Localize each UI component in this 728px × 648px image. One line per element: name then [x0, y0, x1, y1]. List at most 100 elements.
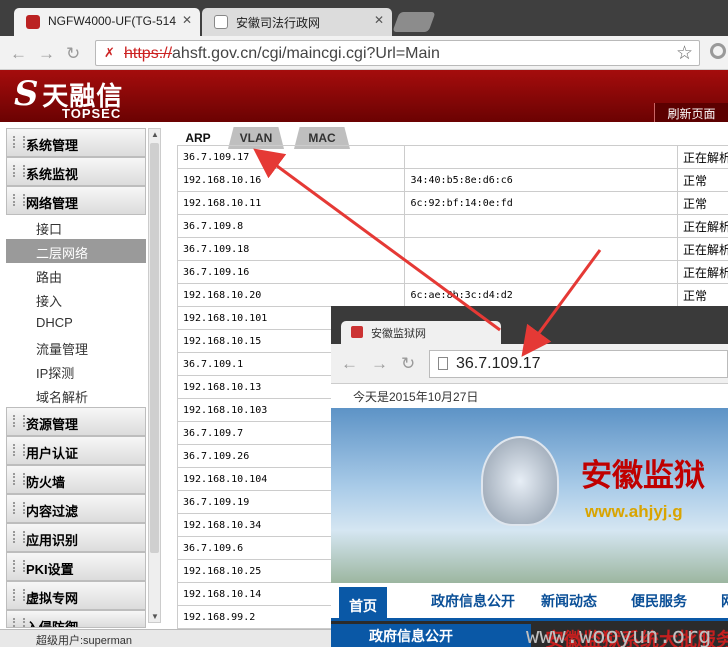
sidebar-item-network[interactable]: 网络管理 — [6, 186, 146, 215]
url-path: ahsft.gov.cn/cgi/maincgi.cgi?Url=Main — [172, 45, 440, 62]
close-icon[interactable]: ✕ — [374, 13, 384, 27]
sidebar-item-system[interactable]: 系统管理 — [6, 128, 146, 157]
sidebar-subitem-dns[interactable]: 域名解析 — [6, 383, 146, 407]
nav-item-home[interactable]: 首页 — [339, 587, 387, 619]
arp-mac-cell: 6c:ae:8b:3c:d4:d2 — [405, 284, 678, 307]
close-icon[interactable]: ✕ — [182, 13, 192, 27]
reload-icon[interactable]: ↻ — [66, 44, 80, 64]
nav-item-service[interactable]: 便民服务 — [631, 591, 687, 611]
nav-item-more[interactable]: 网 — [721, 591, 728, 611]
browser-tab-justice[interactable]: 安徽司法行政网 ✕ — [202, 8, 392, 36]
police-emblem-icon — [481, 436, 559, 526]
tab-title: NGFW4000-UF(TG-514 — [48, 14, 176, 28]
sidebar-subitem-layer2[interactable]: 二层网络 — [6, 239, 146, 263]
arp-ip-cell: 192.168.10.20 — [178, 284, 405, 307]
sidebar-subitem-route[interactable]: 路由 — [6, 263, 146, 287]
sidebar-item-ips[interactable]: 入侵防御 — [6, 610, 146, 628]
watermark: www.wooyun.org — [526, 624, 711, 647]
banner-url: www.ahjyj.g — [585, 502, 683, 522]
sidebar-subitem-dhcp[interactable]: DHCP — [6, 311, 146, 335]
page-icon — [214, 15, 228, 29]
sidebar-item-resource[interactable]: 资源管理 — [6, 407, 146, 436]
arp-ip-cell: 36.7.109.8 — [178, 215, 405, 238]
arp-ip-cell: 36.7.109.17 — [178, 146, 405, 169]
arp-mac-cell: 34:40:b5:8e:d6:c6 — [405, 169, 678, 192]
arp-mac-cell — [405, 261, 678, 284]
overlay-tab-title: 安徽监狱网 — [371, 328, 426, 340]
sidebar-subitem-ip-probe[interactable]: IP探测 — [6, 359, 146, 383]
table-row: 36.7.109.16 正在解析 — [178, 261, 728, 284]
overlay-address-bar[interactable]: 36.7.109.17 — [429, 350, 728, 378]
tab-title: 安徽司法行政网 — [236, 16, 320, 30]
menu-icon[interactable] — [710, 43, 726, 59]
sidebar-item-vpn[interactable]: 虚拟专网 — [6, 581, 146, 610]
sidebar-item-app-id[interactable]: 应用识别 — [6, 523, 146, 552]
logo-en: TOPSEC — [62, 106, 121, 121]
reload-icon[interactable]: ↻ — [401, 354, 415, 374]
arp-mac-cell — [405, 238, 678, 261]
arp-ip-cell: 36.7.109.18 — [178, 238, 405, 261]
scroll-thumb[interactable] — [150, 143, 159, 553]
bookmark-star-icon[interactable]: ☆ — [676, 42, 693, 65]
overlay-browser-window: 安徽监狱网 ← → ↻ 36.7.109.17 今天是2015年10月27日 安… — [331, 306, 728, 647]
table-row: 192.168.10.116c:92:bf:14:0e:fd正常 — [178, 192, 728, 215]
logo-mark: S — [14, 74, 39, 114]
sidebar-item-content-filter[interactable]: 内容过滤 — [6, 494, 146, 523]
arp-status-cell: 正在解析 — [677, 261, 728, 284]
back-icon[interactable]: ← — [10, 44, 27, 64]
table-row: 36.7.109.17 正在解析 — [178, 146, 728, 169]
arp-ip-cell: 192.168.10.16 — [178, 169, 405, 192]
nav-item-news[interactable]: 新闻动态 — [541, 591, 597, 611]
sidebar-subitem-traffic[interactable]: 流量管理 — [6, 335, 146, 359]
section-header: 政府信息公开 — [331, 624, 531, 647]
table-row: 36.7.109.18 正在解析 — [178, 238, 728, 261]
sidebar-scrollbar[interactable]: ▲ ▼ — [148, 128, 161, 623]
banner-title: 安徽监狱 — [581, 450, 705, 495]
back-icon[interactable]: ← — [341, 354, 358, 374]
sidebar-item-monitor[interactable]: 系统监视 — [6, 157, 146, 186]
arp-status-cell: 正在解析 — [677, 215, 728, 238]
address-bar[interactable]: ✗ https://ahsft.gov.cn/cgi/maincgi.cgi?U… — [95, 40, 700, 66]
arp-status-cell: 正常 — [677, 169, 728, 192]
sidebar-menu: 系统管理 系统监视 网络管理 接口 二层网络 路由 接入 DHCP 流量管理 I… — [6, 128, 146, 628]
page-icon — [351, 326, 363, 338]
arp-status-cell: 正在解析 — [677, 146, 728, 169]
forward-icon[interactable]: → — [371, 354, 388, 374]
browser-tab-firewall[interactable]: NGFW4000-UF(TG-514 ✕ — [14, 8, 200, 36]
scroll-up-icon[interactable]: ▲ — [151, 130, 159, 139]
sidebar-item-auth[interactable]: 用户认证 — [6, 436, 146, 465]
overlay-tab-bar: 安徽监狱网 — [331, 306, 728, 344]
overlay-toolbar: ← → ↻ 36.7.109.17 — [331, 344, 728, 384]
new-tab-button[interactable] — [392, 12, 435, 32]
url-scheme: https:// — [124, 45, 172, 62]
sidebar-item-pki[interactable]: PKI设置 — [6, 552, 146, 581]
overlay-banner: 安徽监狱 www.ahjyj.g — [331, 408, 728, 583]
browser-toolbar: ← → ↻ ✗ https://ahsft.gov.cn/cgi/maincgi… — [0, 36, 728, 70]
sidebar-subitem-access[interactable]: 接入 — [6, 287, 146, 311]
arp-ip-cell: 192.168.10.11 — [178, 192, 405, 215]
arp-mac-cell: 6c:92:bf:14:0e:fd — [405, 192, 678, 215]
nav-item-gov-info[interactable]: 政府信息公开 — [431, 591, 515, 611]
refresh-page-button[interactable]: 刷新页面 — [654, 103, 728, 122]
sidebar-item-firewall[interactable]: 防火墙 — [6, 465, 146, 494]
table-row: 36.7.109.8 正在解析 — [178, 215, 728, 238]
overlay-url: 36.7.109.17 — [456, 355, 541, 373]
sidebar-subitem-interface[interactable]: 接口 — [6, 215, 146, 239]
overlay-nav: 首页 政府信息公开 新闻动态 便民服务 网 — [331, 583, 728, 621]
app-header: S 天融信 TOPSEC 刷新页面 — [0, 70, 728, 122]
arp-status-cell: 正常 — [677, 192, 728, 215]
browser-tab-bar: NGFW4000-UF(TG-514 ✕ 安徽司法行政网 ✕ — [0, 0, 728, 36]
arp-mac-cell — [405, 215, 678, 238]
overlay-tab[interactable]: 安徽监狱网 — [341, 321, 501, 344]
forward-icon[interactable]: → — [38, 44, 55, 64]
sidebar: 系统管理 系统监视 网络管理 接口 二层网络 路由 接入 DHCP 流量管理 I… — [0, 122, 165, 629]
arp-ip-cell: 36.7.109.16 — [178, 261, 405, 284]
url-text: https://ahsft.gov.cn/cgi/maincgi.cgi?Url… — [124, 45, 440, 63]
table-row: 192.168.10.1634:40:b5:8e:d6:c6正常 — [178, 169, 728, 192]
scroll-down-icon[interactable]: ▼ — [151, 612, 159, 621]
table-row: 192.168.10.206c:ae:8b:3c:d4:d2正常 — [178, 284, 728, 307]
overlay-date: 今天是2015年10月27日 — [331, 384, 728, 408]
page-icon — [26, 15, 40, 29]
topsec-logo: S 天融信 TOPSEC — [14, 74, 123, 114]
arp-status-cell: 正在解析 — [677, 238, 728, 261]
